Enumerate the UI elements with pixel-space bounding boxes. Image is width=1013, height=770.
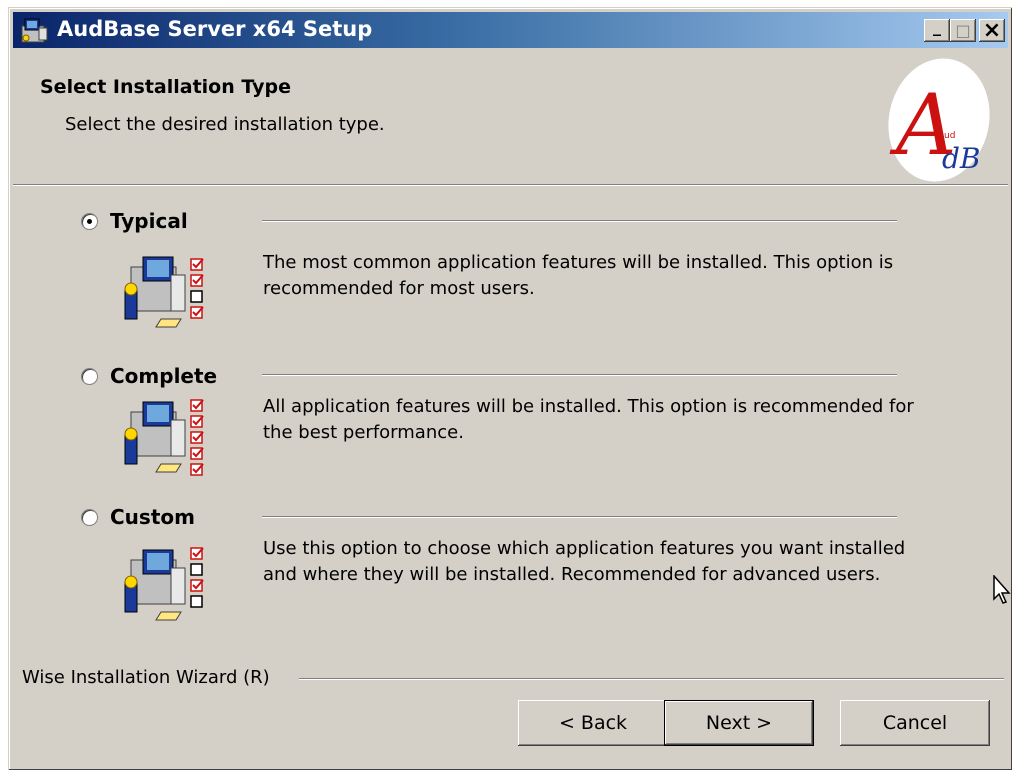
typical-radio-option[interactable]: Typical — [81, 209, 188, 233]
mouse-cursor-icon — [993, 575, 1011, 604]
custom-description: Use this option to choose which applicat… — [263, 538, 906, 585]
typical-label: Typical — [110, 209, 188, 233]
audbase-logo-icon: A dB ud — [888, 58, 990, 182]
custom-radio-option[interactable]: Custom — [81, 505, 195, 529]
typical-group-line — [262, 220, 897, 222]
svg-text:dB: dB — [942, 142, 981, 175]
installer-app-icon — [21, 18, 48, 43]
custom-label: Custom — [110, 505, 195, 529]
dialog-header: Select Installation Type Select the desi… — [13, 48, 1008, 184]
close-icon: × — [982, 18, 1002, 43]
minimize-icon: _ — [933, 17, 941, 36]
complete-group-line — [262, 374, 897, 376]
typical-description: The most common application features wil… — [263, 252, 894, 299]
custom-radio[interactable] — [81, 508, 98, 526]
page-subtitle: Select the desired installation type. — [65, 114, 385, 135]
cancel-button[interactable]: Cancel — [840, 700, 990, 746]
minimize-button[interactable]: _ — [924, 17, 950, 42]
close-button[interactable]: × — [979, 18, 1005, 43]
back-button[interactable]: < Back — [518, 700, 668, 746]
page-title: Select Installation Type — [40, 76, 291, 98]
complete-radio[interactable] — [81, 367, 98, 385]
title-bar[interactable]: AudBase Server x64 Setup _ □ × — [13, 12, 1008, 48]
custom-group-line — [262, 516, 897, 518]
window-title: AudBase Server x64 Setup — [57, 17, 373, 41]
svg-text:ud: ud — [944, 131, 955, 141]
complete-radio-option[interactable]: Complete — [81, 364, 217, 388]
complete-label: Complete — [110, 364, 218, 388]
complete-description: All application features will be install… — [263, 396, 914, 443]
footer-separator — [299, 678, 1004, 680]
wizard-branding-label: Wise Installation Wizard (R) — [22, 667, 270, 688]
maximize-icon: □ — [955, 21, 971, 40]
setup-window: AudBase Server x64 Setup _ □ × Select In… — [8, 7, 1012, 770]
install-complete-icon — [124, 399, 204, 476]
typical-radio[interactable] — [81, 212, 98, 230]
maximize-button[interactable]: □ — [950, 19, 976, 42]
install-custom-icon — [124, 547, 204, 621]
next-button[interactable]: Next > — [664, 700, 814, 746]
header-separator — [13, 184, 1008, 186]
install-typical-icon — [124, 256, 204, 328]
